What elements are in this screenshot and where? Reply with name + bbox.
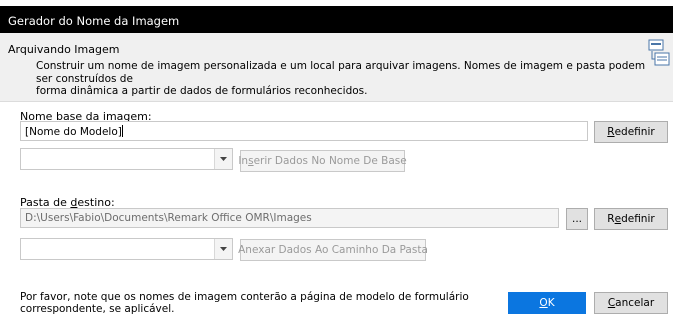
cancel-button[interactable]: Cancelar (594, 292, 668, 314)
naming-icon (648, 39, 670, 66)
header-description-line-1: Construir um nome de imagem personalizad… (36, 60, 646, 85)
header-description-line-2: forma dinâmica a partir de dados de form… (36, 85, 368, 97)
title-bar: Gerador do Nome da Imagem (0, 0, 673, 33)
chevron-down-icon[interactable] (214, 239, 232, 259)
append-data-folder-path-button[interactable]: Anexar Dados Ao Caminho Da Pasta (238, 239, 428, 261)
reset-base-name-button[interactable]: Redefinir (594, 121, 668, 143)
header-description: Construir um nome de imagem personalizad… (36, 60, 646, 98)
dialog-header: Arquivando Imagem Construir um nome de i… (0, 33, 673, 102)
browse-folder-button[interactable]: ... (566, 208, 588, 230)
insert-data-base-name-button[interactable]: In s erir Dados No Nome De Base (238, 150, 407, 172)
footer-note: Por favor, note que os nomes de imagem c… (20, 291, 469, 315)
destination-folder-data-combo[interactable] (20, 238, 233, 260)
destination-folder-input[interactable]: D:\Users\Fabio\Documents\Remark Office O… (20, 208, 559, 228)
background-window-strip (0, 0, 673, 6)
ok-button[interactable]: OK (508, 292, 586, 314)
text-caret (121, 125, 123, 137)
chevron-down-icon[interactable] (214, 149, 232, 169)
reset-destination-folder-button[interactable]: Re definir (594, 208, 668, 230)
header-title: Arquivando Imagem (8, 43, 120, 56)
base-name-input[interactable]: [Nome do Modelo] (20, 121, 588, 141)
base-name-data-combo[interactable] (20, 148, 233, 170)
window-title: Gerador do Nome da Imagem (8, 14, 180, 28)
